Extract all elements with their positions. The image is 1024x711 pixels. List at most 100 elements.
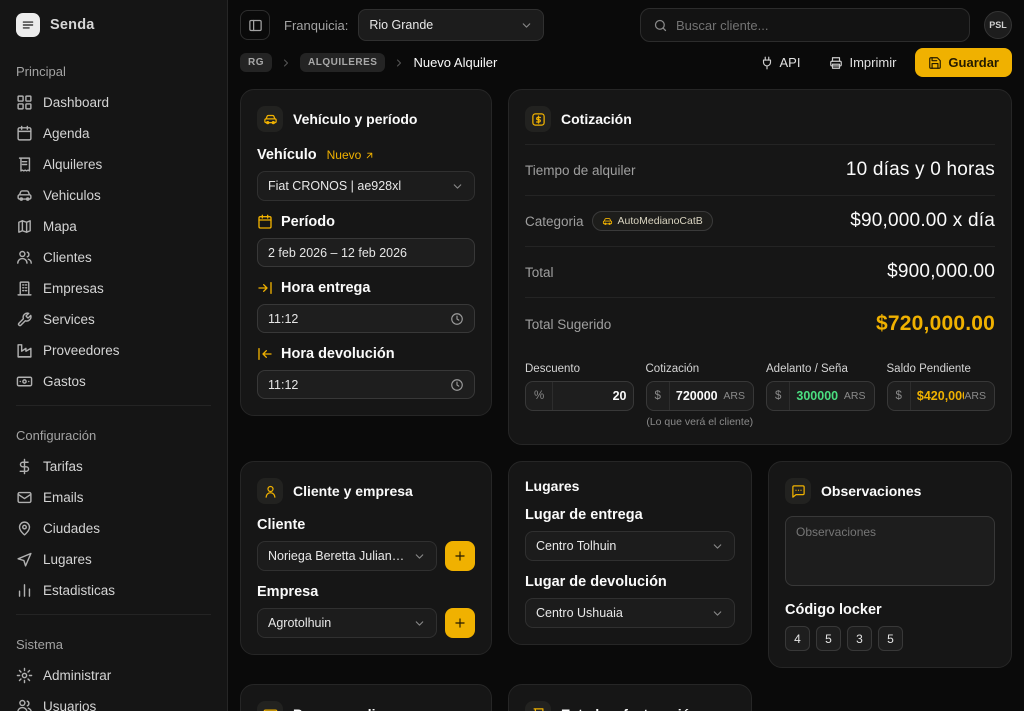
user-avatar[interactable]: PSL bbox=[984, 11, 1012, 39]
sidebar-item-administrar[interactable]: Administrar bbox=[0, 660, 227, 691]
locker-digit-input[interactable]: 3 bbox=[847, 626, 872, 651]
sidebar-section-sistema: Sistema bbox=[0, 623, 227, 660]
notes-textarea[interactable] bbox=[785, 516, 995, 586]
notes-card-title-row: Observaciones bbox=[785, 478, 995, 504]
discount-field: Descuento % bbox=[525, 363, 634, 428]
client-card-title: Cliente y empresa bbox=[293, 483, 413, 499]
dollar-prefix: $ bbox=[888, 382, 911, 410]
app-name: Senda bbox=[50, 17, 95, 33]
search-input[interactable] bbox=[676, 18, 957, 33]
sidebar-item-tarifas[interactable]: Tarifas bbox=[0, 451, 227, 482]
plug-icon bbox=[760, 56, 774, 70]
client-select-value: Noriega Beretta Julian Nicolas bbox=[268, 549, 405, 563]
sidebar-item-agenda[interactable]: Agenda bbox=[0, 118, 227, 149]
chevron-down-icon bbox=[413, 550, 426, 563]
person-icon bbox=[257, 478, 283, 504]
sidebar-item-services[interactable]: Services bbox=[0, 304, 227, 335]
client-subhead: Cliente bbox=[257, 517, 475, 533]
external-link-icon bbox=[364, 150, 375, 161]
quote-amount-input-field[interactable] bbox=[670, 389, 724, 403]
breadcrumb-section-badge[interactable]: ALQUILERES bbox=[300, 53, 385, 72]
company-select-value: Agrotolhuin bbox=[268, 616, 331, 630]
pickup-place-subhead: Lugar de entrega bbox=[525, 507, 735, 523]
receipt-icon bbox=[16, 156, 33, 173]
sidebar-item-label: Estadisticas bbox=[43, 583, 115, 598]
currency-suffix: ARS bbox=[964, 390, 994, 402]
period-input-field[interactable] bbox=[268, 246, 464, 260]
pickup-time-input[interactable] bbox=[257, 304, 475, 333]
balance-input[interactable]: $ $420,000.00 ARS bbox=[887, 381, 996, 411]
sidebar-item-vehiculos[interactable]: Vehiculos bbox=[0, 180, 227, 211]
category-badge[interactable]: AutoMedianoCatB bbox=[592, 211, 713, 231]
period-input[interactable] bbox=[257, 238, 475, 267]
plus-icon bbox=[453, 549, 467, 563]
discount-input[interactable]: % bbox=[525, 381, 634, 411]
building-icon bbox=[16, 280, 33, 297]
suggested-total-value: $720,000.00 bbox=[876, 312, 995, 336]
new-vehicle-link-label: Nuevo bbox=[327, 148, 362, 162]
sidebar-item-ciudades[interactable]: Ciudades bbox=[0, 513, 227, 544]
sidebar-item-clientes[interactable]: Clientes bbox=[0, 242, 227, 273]
return-place-select[interactable]: Centro Ushuaia bbox=[525, 598, 735, 628]
company-select[interactable]: Agrotolhuin bbox=[257, 608, 437, 638]
breadcrumb-current: Nuevo Alquiler bbox=[413, 55, 497, 70]
quote-fields-row: Descuento % Cotización $ ARS (Lo que ver… bbox=[525, 350, 995, 428]
factory-icon bbox=[16, 342, 33, 359]
vehicle-select[interactable]: Fiat CRONOS | ae928xl bbox=[257, 171, 475, 201]
sidebar-item-dashboard[interactable]: Dashboard bbox=[0, 87, 227, 118]
app-logo[interactable]: Senda bbox=[0, 0, 227, 50]
app-logo-icon bbox=[16, 13, 40, 37]
sidebar-item-mapa[interactable]: Mapa bbox=[0, 211, 227, 242]
locker-digit-input[interactable]: 5 bbox=[878, 626, 903, 651]
quote-card-title: Cotización bbox=[561, 111, 632, 127]
sidebar-item-alquileres[interactable]: Alquileres bbox=[0, 149, 227, 180]
franchise-select[interactable]: Rio Grande bbox=[358, 9, 544, 41]
dollar-icon bbox=[16, 458, 33, 475]
advance-input-field[interactable] bbox=[790, 389, 844, 403]
api-button[interactable]: API bbox=[750, 49, 811, 76]
quote-amount-label: Cotización bbox=[646, 363, 755, 375]
locker-digit-input[interactable]: 5 bbox=[816, 626, 841, 651]
discount-label: Descuento bbox=[525, 363, 634, 375]
pickup-place-select[interactable]: Centro Tolhuin bbox=[525, 531, 735, 561]
sidebar-toggle-button[interactable] bbox=[240, 10, 270, 40]
chevron-down-icon bbox=[711, 540, 724, 553]
sidebar-item-emails[interactable]: Emails bbox=[0, 482, 227, 513]
breadcrumb-franchise-badge[interactable]: RG bbox=[240, 53, 272, 72]
new-vehicle-link[interactable]: Nuevo bbox=[327, 148, 376, 162]
discount-input-field[interactable] bbox=[553, 389, 632, 403]
sidebar-item-label: Proveedores bbox=[43, 343, 120, 358]
quote-hint: (Lo que verá el cliente) bbox=[646, 416, 755, 428]
print-button[interactable]: Imprimir bbox=[818, 48, 907, 77]
sidebar-item-label: Empresas bbox=[43, 281, 104, 296]
pickup-time-field[interactable] bbox=[268, 312, 442, 326]
notes-card-title: Observaciones bbox=[821, 483, 921, 499]
total-label: Total bbox=[525, 265, 554, 280]
sidebar-item-proveedores[interactable]: Proveedores bbox=[0, 335, 227, 366]
sidebar-item-label: Clientes bbox=[43, 250, 92, 265]
users-icon bbox=[16, 698, 33, 711]
return-place-label: Lugar de devolución bbox=[525, 574, 667, 590]
cards-grid: Vehículo y período Vehículo Nuevo Fiat C… bbox=[240, 89, 1012, 711]
client-select-row: Noriega Beretta Julian Nicolas bbox=[257, 541, 475, 571]
sidebar-item-usuarios[interactable]: Usuarios bbox=[0, 691, 227, 711]
sidebar-item-empresas[interactable]: Empresas bbox=[0, 273, 227, 304]
arrow-from-bar-icon bbox=[257, 346, 273, 362]
return-time-input[interactable] bbox=[257, 370, 475, 399]
add-company-button[interactable] bbox=[445, 608, 475, 638]
sidebar-item-gastos[interactable]: Gastos bbox=[0, 366, 227, 397]
quote-amount-input[interactable]: $ ARS bbox=[646, 381, 755, 411]
advance-input[interactable]: $ ARS bbox=[766, 381, 875, 411]
sidebar-item-estadisticas[interactable]: Estadisticas bbox=[0, 575, 227, 606]
rental-time-row: Tiempo de alquiler 10 días y 0 horas bbox=[525, 145, 995, 196]
locker-code-inputs: 4 5 3 5 bbox=[785, 626, 995, 651]
locker-digit-input[interactable]: 4 bbox=[785, 626, 810, 651]
status-card-title: Estado y facturación bbox=[561, 706, 699, 711]
client-select[interactable]: Noriega Beretta Julian Nicolas bbox=[257, 541, 437, 571]
add-client-button[interactable] bbox=[445, 541, 475, 571]
return-time-field[interactable] bbox=[268, 378, 442, 392]
sidebar-item-lugares[interactable]: Lugares bbox=[0, 544, 227, 575]
save-button[interactable]: Guardar bbox=[915, 48, 1012, 77]
pickup-place-label: Lugar de entrega bbox=[525, 507, 643, 523]
client-search[interactable] bbox=[640, 8, 970, 42]
